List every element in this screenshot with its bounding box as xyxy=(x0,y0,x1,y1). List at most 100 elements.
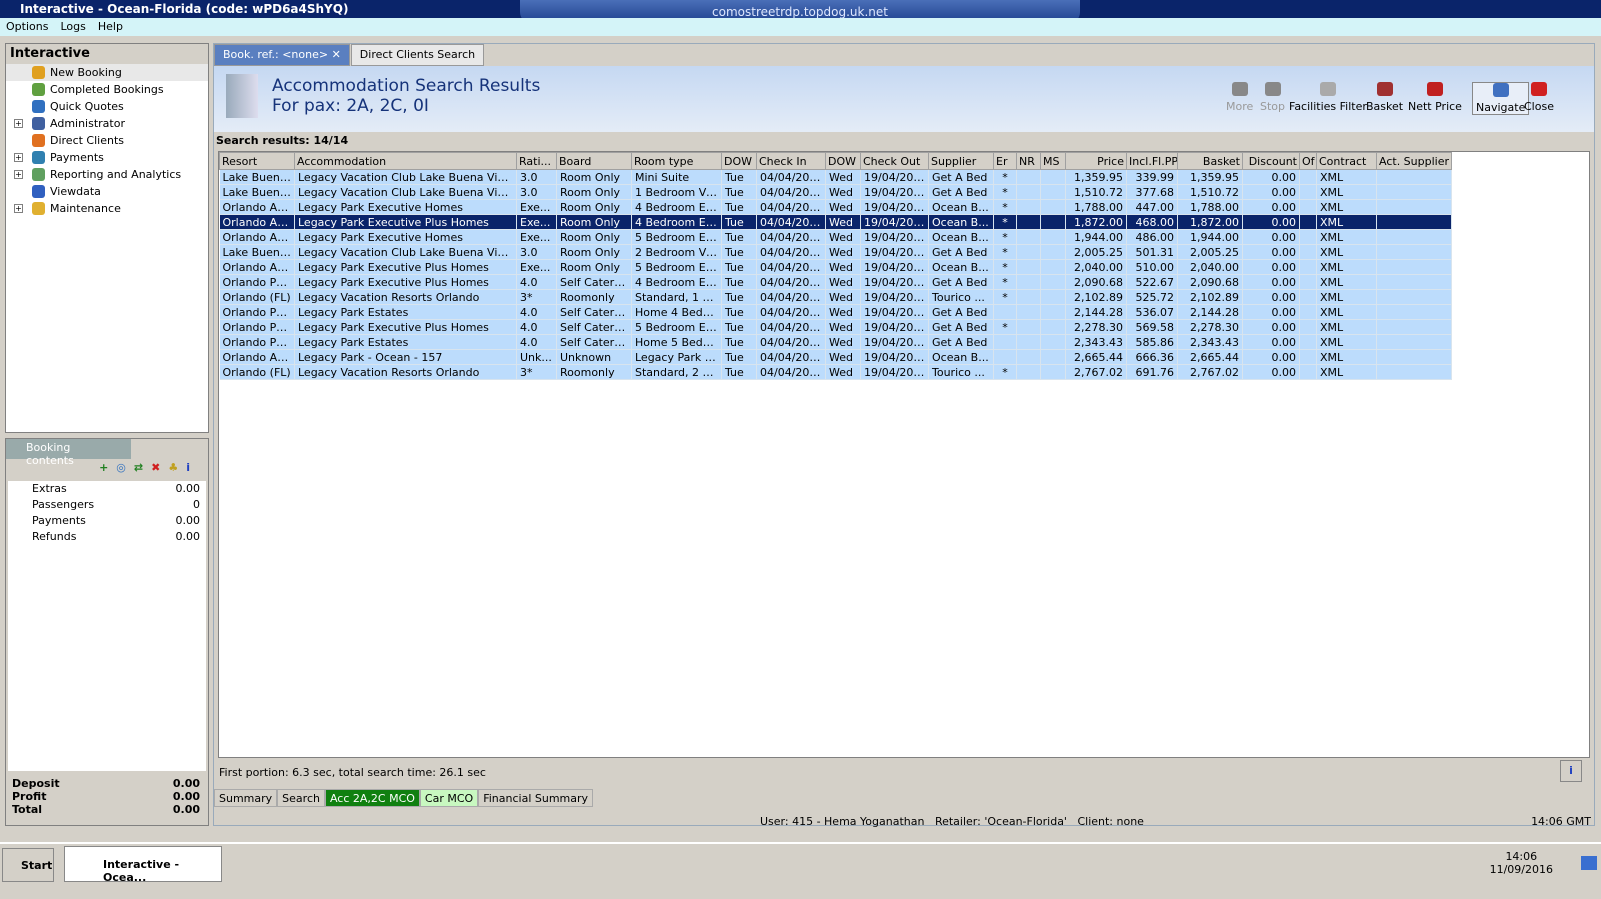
table-cell: 04/04/2017 xyxy=(756,289,826,305)
expand-icon[interactable]: + xyxy=(14,204,23,213)
table-cell: Tue xyxy=(721,304,757,320)
nav-item[interactable]: + Payments xyxy=(6,149,208,166)
table-row[interactable]: Lake Buena... Legacy Vacation Club Lake B… xyxy=(219,184,1452,200)
info-icon[interactable]: i xyxy=(186,461,198,474)
table-row[interactable]: Orlando Ar... Legacy Park Executive Homes… xyxy=(219,229,1452,245)
nav-item[interactable]: Quick Quotes xyxy=(6,98,208,115)
nav-title: Interactive xyxy=(6,44,208,64)
toolbar-basket-button[interactable]: Basket xyxy=(1366,82,1403,113)
add-icon[interactable]: + xyxy=(99,461,116,474)
table-row[interactable]: Lake Buena... Legacy Vacation Club Lake B… xyxy=(219,169,1452,185)
table-cell xyxy=(1376,199,1452,215)
booking-contents-tab[interactable]: Booking contents xyxy=(6,439,131,467)
nav-item[interactable]: + Reporting and Analytics xyxy=(6,166,208,183)
table-row[interactable]: Lake Buena... Legacy Vacation Club Lake B… xyxy=(219,244,1452,260)
column-header[interactable]: Supplier xyxy=(928,152,994,170)
toolbar-nett-price-button[interactable]: Nett Price xyxy=(1408,82,1462,113)
table-cell: 2,102.89 xyxy=(1065,289,1127,305)
column-header[interactable]: Rati... xyxy=(516,152,557,170)
column-header[interactable]: Resort xyxy=(219,152,295,170)
table-cell xyxy=(1376,319,1452,335)
column-header[interactable]: Act. Supplier xyxy=(1376,152,1452,170)
column-header[interactable]: Er xyxy=(993,152,1017,170)
toolbar-close-button[interactable]: Close xyxy=(1524,82,1554,113)
column-header[interactable]: Incl.Fl.PP xyxy=(1126,152,1178,170)
nav-item[interactable]: + Administrator xyxy=(6,115,208,132)
table-cell: 377.68 xyxy=(1126,184,1178,200)
toolbar-stop-button[interactable]: Stop xyxy=(1260,82,1285,113)
nav-item[interactable]: Completed Bookings xyxy=(6,81,208,98)
menu-options[interactable]: Options xyxy=(6,20,48,33)
expand-icon[interactable]: + xyxy=(14,170,23,179)
nav-item-label: Quick Quotes xyxy=(50,100,124,113)
table-row[interactable]: Orlando Ar... Legacy Park - Ocean - 157 Un… xyxy=(219,349,1452,365)
nav-item[interactable]: Viewdata xyxy=(6,183,208,200)
table-cell xyxy=(1040,199,1066,215)
table-row[interactable]: Orlando Ar... Legacy Park Executive Homes… xyxy=(219,199,1452,215)
table-cell: Lake Buena... xyxy=(219,184,295,200)
nav-item[interactable]: + Maintenance xyxy=(6,200,208,217)
column-header[interactable]: MS xyxy=(1040,152,1066,170)
column-header[interactable]: Board xyxy=(556,152,632,170)
table-cell: Tue xyxy=(721,199,757,215)
transfer-icon[interactable]: ⇄ xyxy=(134,461,151,474)
column-header[interactable]: DOW xyxy=(825,152,861,170)
column-header[interactable]: Check In xyxy=(756,152,826,170)
status-bar: User: 415 - Hema Yoganathan Retailer: 'O… xyxy=(0,812,1601,832)
table-cell: Get A Bed xyxy=(928,304,994,320)
bottom-tab[interactable]: Summary xyxy=(214,789,278,807)
table-cell: 666.36 xyxy=(1126,349,1178,365)
table-cell: 19/04/2017 xyxy=(860,349,929,365)
toolbar-more-button[interactable]: More xyxy=(1226,82,1253,113)
expand-icon[interactable]: + xyxy=(14,119,23,128)
table-row[interactable]: Orlando Pri... Legacy Park Estates 4.0 Self… xyxy=(219,334,1452,350)
toolbar-navigate-button[interactable]: Navigate xyxy=(1472,82,1530,115)
table-cell: 2,090.68 xyxy=(1177,274,1243,290)
table-row[interactable]: Orlando Pri... Legacy Park Executive Plus… xyxy=(219,319,1452,335)
booking-icon[interactable]: ♣ xyxy=(168,461,186,474)
refresh-icon[interactable]: ◎ xyxy=(116,461,134,474)
menu-help[interactable]: Help xyxy=(98,20,123,33)
tab-booking-ref[interactable]: Book. ref.: <none> ✕ xyxy=(214,44,350,66)
column-header[interactable]: Discount xyxy=(1242,152,1300,170)
table-cell: Legacy Park - ... xyxy=(631,349,722,365)
bottom-tab[interactable]: Financial Summary xyxy=(478,789,594,807)
column-header[interactable]: Contract xyxy=(1316,152,1377,170)
table-cell: 0.00 xyxy=(1242,214,1300,230)
column-header[interactable]: Check Out xyxy=(860,152,929,170)
menu-logs[interactable]: Logs xyxy=(60,20,85,33)
booking-total: Profit 0.00 xyxy=(12,790,200,803)
toolbar-facilities-filter-button[interactable]: Facilities Filter xyxy=(1289,82,1367,113)
table-cell: Unk... xyxy=(516,349,557,365)
info-button[interactable]: i xyxy=(1560,760,1582,782)
column-header[interactable]: NR xyxy=(1016,152,1041,170)
table-row[interactable]: Orlando Pri... Legacy Park Estates 4.0 Self… xyxy=(219,304,1452,320)
column-header[interactable]: Of xyxy=(1299,152,1317,170)
close-tab-icon[interactable]: ✕ xyxy=(332,48,341,61)
bottom-tab[interactable]: Car MCO xyxy=(419,789,479,807)
column-header[interactable]: Basket xyxy=(1177,152,1243,170)
table-cell: 3* xyxy=(516,289,557,305)
column-header[interactable]: Room type xyxy=(631,152,722,170)
nav-item[interactable]: New Booking xyxy=(6,64,208,81)
taskbar-item-interactive[interactable]: Interactive - Ocea... xyxy=(64,846,222,884)
column-header[interactable]: Price xyxy=(1065,152,1127,170)
table-row[interactable]: Orlando Ar... Legacy Park Executive Plus … xyxy=(219,259,1452,275)
table-row[interactable]: Orlando (FL) Legacy Vacation Resorts Orla… xyxy=(219,364,1452,380)
table-row[interactable]: Orlando Ar... Legacy Park Executive Plus … xyxy=(219,214,1452,230)
delete-icon[interactable]: ✖ xyxy=(151,461,168,474)
tab-direct-clients-search[interactable]: Direct Clients Search xyxy=(350,44,485,66)
table-cell: Exe... xyxy=(516,259,557,275)
column-header[interactable]: DOW xyxy=(721,152,757,170)
bottom-tab[interactable]: Search xyxy=(277,789,325,807)
more-icon xyxy=(1231,82,1248,96)
start-button[interactable]: Start xyxy=(2,848,54,882)
show-desktop-icon[interactable] xyxy=(1581,856,1597,870)
table-cell: 04/04/2017 xyxy=(756,304,826,320)
bottom-tab[interactable]: Acc 2A,2C MCO xyxy=(324,789,420,807)
table-row[interactable]: Orlando Pri... Legacy Park Executive Plus… xyxy=(219,274,1452,290)
nav-item[interactable]: Direct Clients xyxy=(6,132,208,149)
column-header[interactable]: Accommodation xyxy=(294,152,517,170)
table-row[interactable]: Orlando (FL) Legacy Vacation Resorts Orla… xyxy=(219,289,1452,305)
expand-icon[interactable]: + xyxy=(14,153,23,162)
